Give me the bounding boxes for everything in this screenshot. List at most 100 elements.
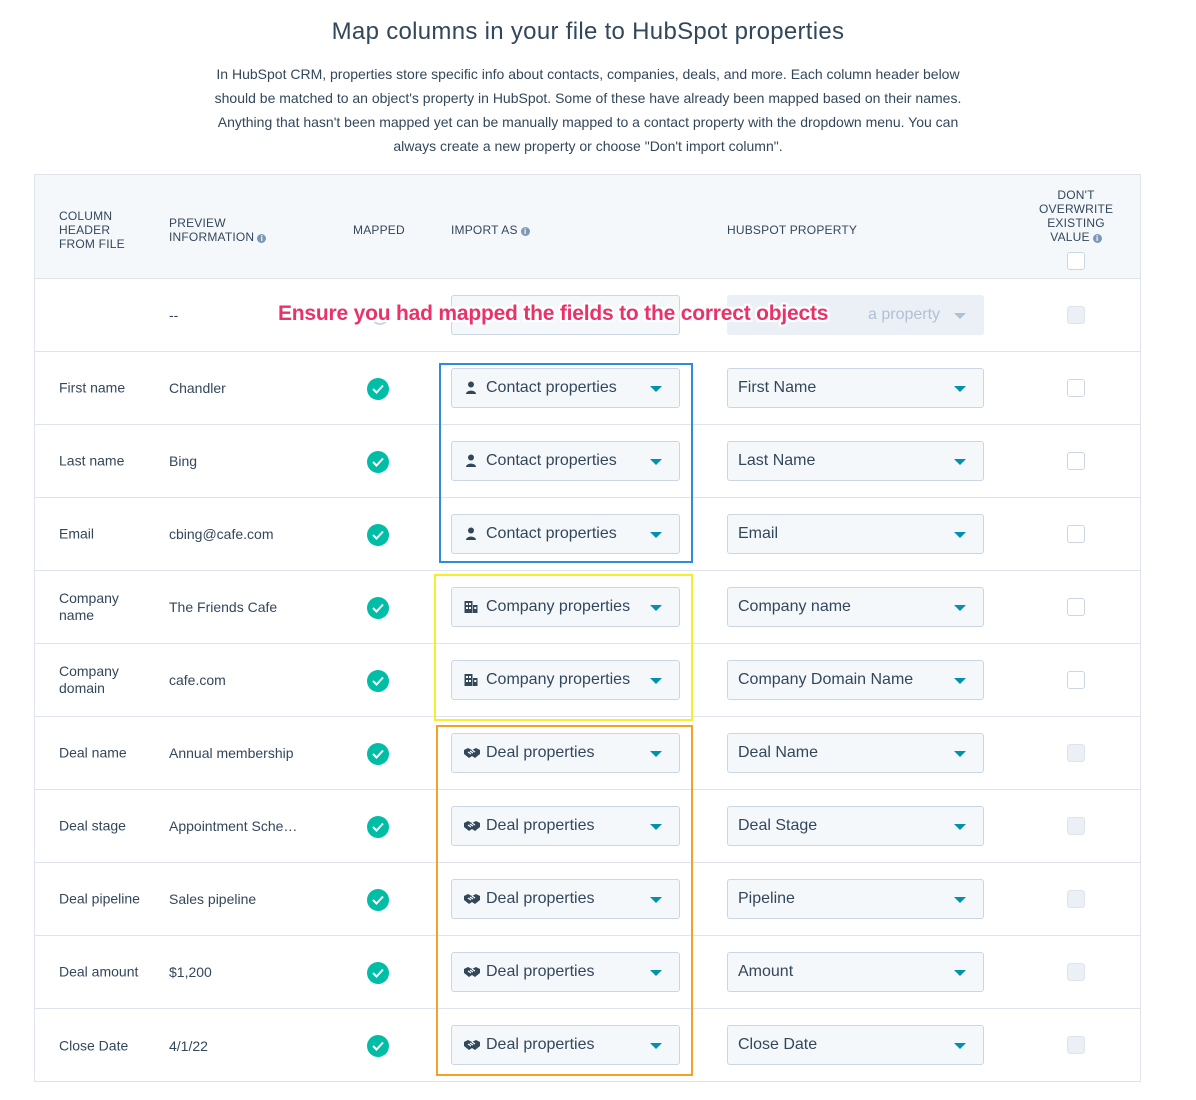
import-as-dropdown[interactable]: Contact properties	[451, 441, 680, 481]
chevron-down-icon	[954, 824, 966, 830]
table-row: Last name Bing Contact properties Last Name	[35, 425, 1140, 498]
import-as-dropdown[interactable]: Deal properties	[451, 879, 680, 919]
hubspot-property-value: Deal Name	[738, 744, 819, 761]
hubspot-property-dropdown[interactable]: Deal Name	[727, 733, 984, 773]
import-as-dropdown[interactable]: Deal properties	[451, 733, 680, 773]
hubspot-property-dropdown[interactable]: First Name	[727, 368, 984, 408]
import-as-dropdown[interactable]: Deal properties	[451, 1025, 680, 1065]
hubspot-property-dropdown[interactable]: Pipeline	[727, 879, 984, 919]
header-dont-overwrite: DON'T OVERWRITE EXISTING VALUE i	[1039, 188, 1113, 244]
check-circle-icon	[367, 524, 389, 546]
column-header-cell: Deal stage	[59, 817, 126, 834]
hubspot-property-value: First Name	[738, 379, 817, 396]
dont-overwrite-checkbox[interactable]	[1067, 525, 1085, 543]
column-header-cell: Email	[59, 525, 95, 542]
chevron-down-icon	[650, 605, 662, 611]
table-row: Close Date 4/1/22 Deal properties Close Dat…	[35, 1009, 1140, 1082]
table-row: Deal amount $1,200 Deal properties Amount	[35, 936, 1140, 1009]
header-preview-label: PREVIEW INFORMATION	[169, 216, 255, 244]
import-as-value: Contact properties	[486, 452, 617, 469]
header-preview-information: PREVIEW INFORMATION i	[169, 216, 279, 244]
dont-overwrite-checkbox[interactable]	[1067, 671, 1085, 689]
annotation-text: Ensure you had mapped the fields to the …	[278, 302, 829, 325]
check-circle-icon	[367, 670, 389, 692]
import-as-dropdown[interactable]: Deal properties	[451, 806, 680, 846]
deal-icon	[463, 1037, 480, 1053]
company-icon	[463, 672, 479, 688]
import-as-dropdown[interactable]: Company properties	[451, 587, 680, 627]
import-as-value: Company properties	[486, 671, 631, 688]
contact-icon	[463, 380, 479, 396]
info-icon[interactable]: i	[1092, 234, 1102, 243]
chevron-down-icon	[954, 897, 966, 903]
import-as-value: Deal properties	[486, 1036, 595, 1053]
column-header-cell: Deal pipeline	[59, 890, 140, 907]
hubspot-property-dropdown[interactable]: Last Name	[727, 441, 984, 481]
import-as-dropdown[interactable]: Contact properties	[451, 514, 680, 554]
chevron-down-icon	[650, 824, 662, 830]
hubspot-property-value: Company Domain Name	[738, 671, 914, 688]
deal-icon	[463, 745, 480, 761]
dont-overwrite-checkbox[interactable]	[1067, 744, 1085, 762]
column-header-cell: Deal name	[59, 744, 127, 761]
preview-cell: cafe.com	[169, 672, 226, 688]
dont-overwrite-checkbox[interactable]	[1067, 598, 1085, 616]
column-header-cell: Deal amount	[59, 963, 139, 980]
table-row: Email cbing@cafe.com Contact properties Ema…	[35, 498, 1140, 571]
preview-cell: Annual membership	[169, 745, 294, 761]
table-row: Deal pipeline Sales pipeline Deal properti…	[35, 863, 1140, 936]
column-header-cell: Close Date	[59, 1037, 129, 1053]
deal-icon	[463, 891, 480, 907]
import-as-dropdown[interactable]: Contact properties	[451, 368, 680, 408]
table-row: Deal stage Appointment Sche… Deal properti…	[35, 790, 1140, 863]
hubspot-property-value: Amount	[738, 963, 794, 980]
dont-overwrite-checkbox[interactable]	[1067, 379, 1085, 397]
chevron-down-icon	[650, 897, 662, 903]
preview-cell: --	[169, 307, 179, 323]
dont-overwrite-checkbox[interactable]	[1067, 306, 1085, 324]
table-row: Company domain cafe.com Company properties…	[35, 644, 1140, 717]
company-icon	[463, 599, 479, 615]
dont-overwrite-checkbox[interactable]	[1067, 1036, 1085, 1054]
chevron-down-icon	[650, 678, 662, 684]
chevron-down-icon	[954, 678, 966, 684]
hubspot-property-dropdown[interactable]: Email	[727, 514, 984, 554]
contact-icon	[463, 526, 479, 542]
preview-cell: Chandler	[169, 380, 226, 396]
hubspot-property-dropdown[interactable]: Close Date	[727, 1025, 984, 1065]
hubspot-property-value: Email	[738, 525, 779, 542]
hubspot-property-value: Deal Stage	[738, 817, 818, 834]
dont-overwrite-checkbox[interactable]	[1067, 452, 1085, 470]
select-all-dont-overwrite-checkbox[interactable]	[1067, 252, 1085, 270]
header-import-as: IMPORT AS i	[451, 223, 530, 237]
dont-overwrite-checkbox[interactable]	[1067, 890, 1085, 908]
chevron-down-icon	[954, 605, 966, 611]
hubspot-property-dropdown[interactable]: Company Domain Name	[727, 660, 984, 700]
import-as-value: Contact properties	[486, 379, 617, 396]
dont-overwrite-checkbox[interactable]	[1067, 817, 1085, 835]
column-header-cell: Last name	[59, 452, 125, 469]
hubspot-property-value: Last Name	[738, 452, 816, 469]
preview-cell: Appointment Sche…	[169, 818, 298, 834]
chevron-down-icon	[954, 970, 966, 976]
chevron-down-icon	[650, 751, 662, 757]
hubspot-property-dropdown[interactable]: Company name	[727, 587, 984, 627]
column-header-cell: Company domain	[59, 663, 119, 696]
preview-cell: cbing@cafe.com	[169, 526, 274, 542]
import-as-value: Company properties	[486, 598, 631, 615]
info-icon[interactable]: i	[520, 227, 530, 236]
info-icon[interactable]: i	[257, 234, 267, 243]
import-as-value: Deal properties	[486, 817, 595, 834]
hubspot-property-dropdown[interactable]: Deal Stage	[727, 806, 984, 846]
hubspot-property-value: Pipeline	[738, 890, 795, 907]
check-circle-icon	[367, 743, 389, 765]
page-title: Map columns in your file to HubSpot prop…	[331, 18, 845, 45]
import-as-dropdown[interactable]: Company properties	[451, 660, 680, 700]
import-as-dropdown[interactable]: Deal properties	[451, 952, 680, 992]
chevron-down-icon	[954, 751, 966, 757]
dont-overwrite-checkbox[interactable]	[1067, 963, 1085, 981]
chevron-down-icon	[650, 1043, 662, 1049]
header-mapped: MAPPED	[353, 223, 405, 237]
deal-icon	[463, 818, 480, 834]
hubspot-property-dropdown[interactable]: Amount	[727, 952, 984, 992]
